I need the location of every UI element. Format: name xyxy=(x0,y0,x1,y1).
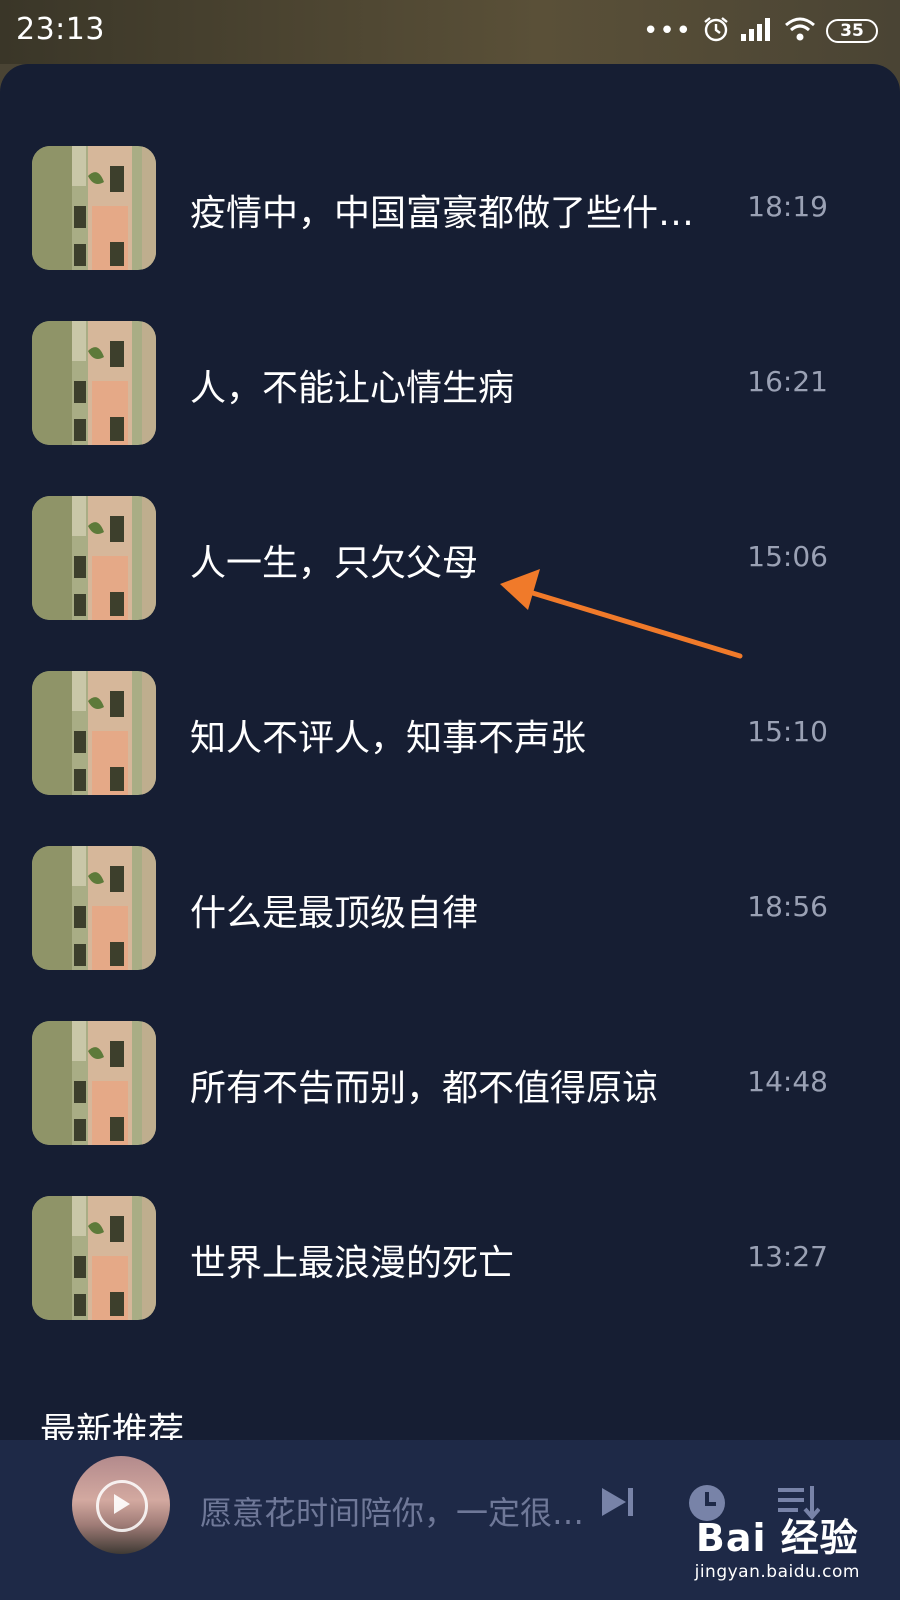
episode-thumbnail[interactable] xyxy=(32,496,156,620)
play-triangle xyxy=(114,1494,130,1514)
status-icons: ••• 35 xyxy=(643,14,878,48)
episode-thumbnail[interactable] xyxy=(32,321,156,445)
list-item[interactable]: 人，不能让心情生病 16:21 xyxy=(0,321,900,496)
watermark-logo: Bai 经验 xyxy=(695,1516,859,1560)
status-time: 23:13 xyxy=(16,12,105,47)
episode-thumbnail[interactable] xyxy=(32,146,156,270)
episode-time: 18:19 xyxy=(747,190,828,223)
list-item[interactable]: 世界上最浪漫的死亡 13:27 xyxy=(0,1196,900,1371)
episode-title[interactable]: 人一生，只欠父母 xyxy=(190,534,745,586)
episode-time: 15:10 xyxy=(747,715,828,748)
alarm-icon xyxy=(702,15,730,47)
signal-icon xyxy=(740,16,774,46)
episode-title[interactable]: 什么是最顶级自律 xyxy=(190,884,745,936)
now-playing-title[interactable]: 愿意花时间陪你，一定很… xyxy=(200,1488,590,1534)
battery-icon: 35 xyxy=(826,19,878,43)
list-item[interactable]: 知人不评人，知事不声张 15:10 xyxy=(0,671,900,846)
next-icon[interactable] xyxy=(598,1482,638,1526)
list-item[interactable]: 什么是最顶级自律 18:56 xyxy=(0,846,900,1021)
episode-thumbnail[interactable] xyxy=(32,671,156,795)
list-item[interactable]: 所有不告而别，都不值得原谅 14:48 xyxy=(0,1021,900,1196)
more-dots-icon: ••• xyxy=(642,16,692,46)
episode-time: 14:48 xyxy=(747,1065,828,1098)
episode-title[interactable]: 所有不告而别，都不值得原谅 xyxy=(190,1059,745,1111)
episode-thumbnail[interactable] xyxy=(32,846,156,970)
playlist-sheet: 疫情中，中国富豪都做了些什… 18:19 人，不能让心情生病 16:21 人一生，只欠父… xyxy=(0,64,900,1600)
watermark-url: jingyan.baidu.com xyxy=(694,1562,860,1582)
wifi-icon xyxy=(784,16,816,46)
episode-time: 13:27 xyxy=(747,1240,828,1273)
baidu-jingyan-watermark: Bai 经验 jingyan.baidu.com xyxy=(695,1507,860,1582)
episode-time: 16:21 xyxy=(747,365,828,398)
status-bar: 23:13 ••• 35 xyxy=(0,0,900,64)
playlist: 疫情中，中国富豪都做了些什… 18:19 人，不能让心情生病 16:21 人一生，只欠父… xyxy=(0,146,900,1371)
album-cover[interactable] xyxy=(72,1456,170,1554)
episode-thumbnail[interactable] xyxy=(32,1021,156,1145)
episode-thumbnail[interactable] xyxy=(32,1196,156,1320)
episode-title[interactable]: 疫情中，中国富豪都做了些什… xyxy=(190,184,745,236)
episode-time: 18:56 xyxy=(747,890,828,923)
list-item[interactable]: 疫情中，中国富豪都做了些什… 18:19 xyxy=(0,146,900,321)
episode-title[interactable]: 知人不评人，知事不声张 xyxy=(190,709,745,761)
episode-time: 15:06 xyxy=(747,540,828,573)
mini-player[interactable]: 愿意花时间陪你，一定很… Bai 经验 jingyan.baidu.com xyxy=(0,1440,900,1600)
list-item[interactable]: 人一生，只欠父母 15:06 xyxy=(0,496,900,671)
episode-title[interactable]: 人，不能让心情生病 xyxy=(190,359,745,411)
episode-title[interactable]: 世界上最浪漫的死亡 xyxy=(190,1234,745,1286)
